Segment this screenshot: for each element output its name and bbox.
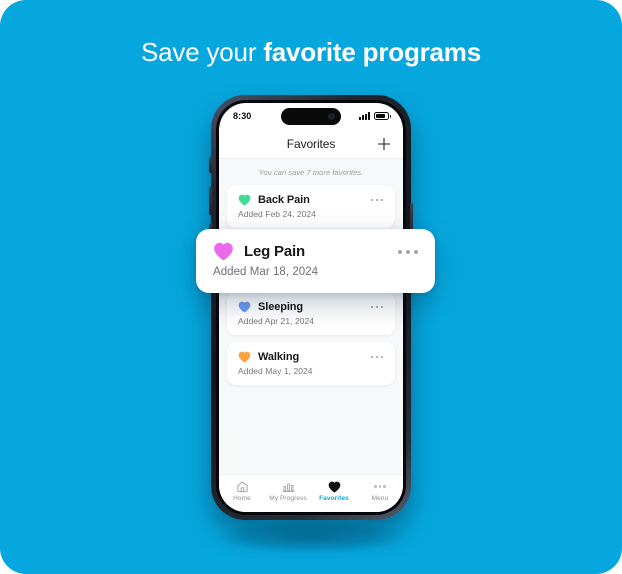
list-item-date: Added Feb 24, 2024 [238,209,316,219]
overflow-menu-icon[interactable] [370,353,385,362]
phone-bezel: 8:30 Favorites You can save 7 more favor… [216,100,406,515]
promo-canvas: Save your favorite programs 8:30 Favorit… [0,0,622,574]
highlighted-card-date: Added Mar 18, 2024 [213,266,319,278]
list-item-title: Sleeping [258,301,304,313]
plus-icon [377,137,391,150]
list-item-date: Added Apr 21, 2024 [238,316,315,326]
tab-label: Favorites [319,495,349,502]
list-item-title: Back Pain [258,194,310,206]
battery-level [376,114,385,118]
overflow-menu-icon[interactable] [370,303,385,312]
dynamic-island [281,108,341,125]
list-item-header: Sleeping [238,301,384,313]
tab-my-progress[interactable]: My Progress [265,480,311,502]
tab-favorites[interactable]: Favorites [311,480,357,502]
volume-up-button[interactable] [209,187,212,215]
nav-title: Favorites [286,136,336,151]
highlighted-card-title: Leg Pain [244,243,305,260]
heart-filled-icon [238,301,251,313]
status-indicators [359,112,391,120]
page-title: Save your favorite programs [0,36,622,68]
heart-filled-icon [238,194,251,206]
add-favorite-button[interactable] [376,136,392,152]
overflow-menu-icon[interactable] [370,196,385,205]
phone-screen: 8:30 Favorites You can save 7 more favor… [219,103,403,512]
tab-label: Menu [371,495,389,502]
list-item-date: Added May 1, 2024 [238,366,313,376]
list-item[interactable]: Walking Added May 1, 2024 [227,342,395,385]
heart-filled-icon [328,480,341,493]
favorites-list: You can save 7 more favorites. Back Pain… [219,159,403,474]
bar-chart-icon [282,480,295,493]
page-title-regular: Save your [141,37,264,67]
battery-icon [374,112,391,120]
heart-filled-icon [214,242,233,261]
tab-home[interactable]: Home [219,480,265,502]
overflow-menu-icon [374,480,386,493]
tab-label: My Progress [269,495,307,502]
highlighted-card-header: Leg Pain [213,242,418,261]
tab-label: Home [233,495,251,502]
silent-switch[interactable] [209,157,212,173]
page-title-bold: favorite programs [263,37,481,67]
list-item-header: Walking [238,351,384,363]
quota-note: You can save 7 more favorites. [258,168,364,177]
status-time: 8:30 [233,111,252,121]
list-item-header: Back Pain [238,194,384,206]
heart-filled-icon [238,351,251,363]
home-icon [236,480,249,493]
nav-header: Favorites [219,129,403,159]
phone-shadow [216,520,406,554]
overflow-menu-icon[interactable] [398,249,418,254]
bottom-tab-bar: Home My Progress Favorites Menu [219,474,403,512]
phone-device: 8:30 Favorites You can save 7 more favor… [209,95,413,520]
front-camera-icon [328,113,335,120]
signal-bars-icon [359,112,370,120]
tab-menu[interactable]: Menu [357,480,403,502]
status-bar: 8:30 [219,103,403,129]
list-item-title: Walking [258,351,300,363]
highlighted-favorite-card[interactable]: Leg Pain Added Mar 18, 2024 [196,229,435,293]
list-item[interactable]: Sleeping Added Apr 21, 2024 [227,292,395,335]
list-item[interactable]: Back Pain Added Feb 24, 2024 [227,185,395,228]
